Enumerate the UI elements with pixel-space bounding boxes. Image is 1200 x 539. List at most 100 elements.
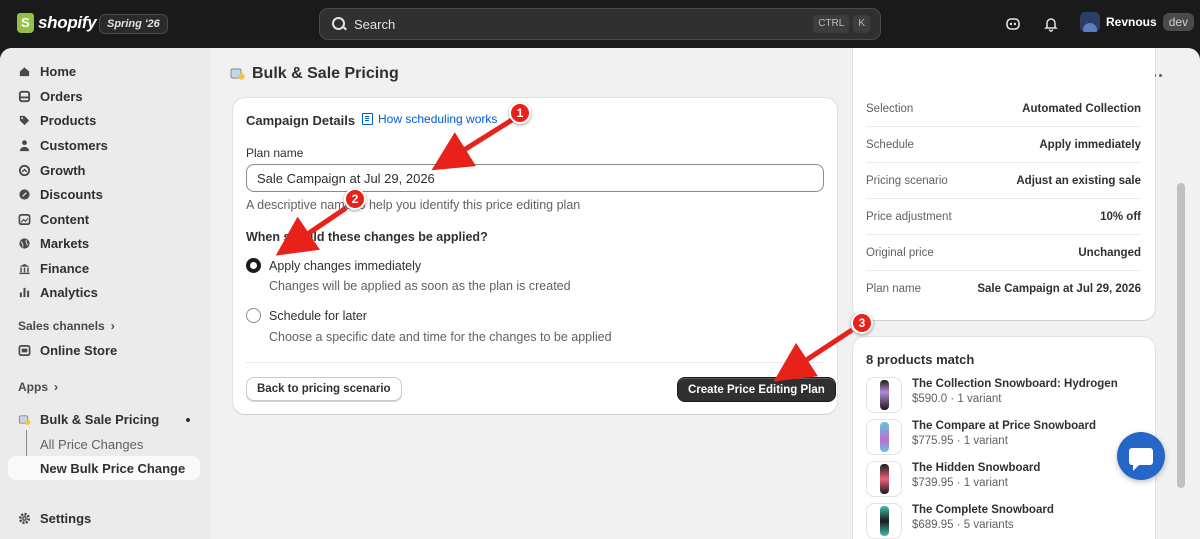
product-name: The Collection Snowboard: Hydrogen: [912, 378, 1118, 390]
sidebar-item-orders[interactable]: Orders: [8, 84, 200, 108]
top-bar: shopify Spring '26 Search CTRL K Revnous…: [0, 0, 1200, 48]
shopify-logo[interactable]: shopify: [17, 13, 97, 33]
summary-key: Original price: [866, 246, 934, 259]
sidebar-item-label: Customers: [40, 137, 108, 153]
radio-description: Changes will be applied as soon as the p…: [269, 279, 571, 293]
sales-channels-header[interactable]: Sales channels ›: [18, 319, 115, 333]
sidebar-item-label: New Bulk Price Change: [40, 460, 186, 476]
orders-icon: [18, 90, 31, 102]
product-thumbnail: [866, 461, 902, 497]
sidebar-item-products[interactable]: Products: [8, 108, 200, 132]
book-icon: [362, 113, 373, 125]
how-scheduling-works-link[interactable]: How scheduling works: [362, 112, 497, 126]
store-icon: [18, 344, 31, 356]
sidebar-item-label: Settings: [40, 510, 92, 526]
summary-value: Apply immediately: [1039, 138, 1141, 151]
create-price-editing-plan-button[interactable]: Create Price Editing Plan: [677, 377, 836, 402]
divider: [246, 362, 824, 363]
plan-name-help: A descriptive name to help you identify …: [246, 198, 581, 212]
summary-row: Selection Automated Collection: [866, 91, 1141, 127]
sidebar-item-label: Online Store: [40, 342, 118, 358]
page-title-text: Bulk & Sale Pricing: [252, 65, 399, 82]
avatar: [1080, 12, 1100, 32]
summary-key: Schedule: [866, 138, 914, 151]
app-icon: [230, 68, 245, 80]
search-bar[interactable]: Search CTRL K: [319, 8, 881, 40]
radio-label: Apply changes immediately: [269, 258, 422, 273]
summary-row: Original price Unchanged: [866, 235, 1141, 271]
product-item[interactable]: The Collection Snowboard: Hydrogen $590.0…: [866, 377, 1118, 413]
product-item[interactable]: The Complete Snowboard $689.95 · 5 varian…: [866, 503, 1054, 539]
sidebar-item-content[interactable]: Content: [8, 207, 200, 231]
plan-name-label: Plan name: [246, 146, 304, 160]
home-icon: [19, 66, 30, 76]
store-badge: dev: [1162, 13, 1195, 31]
summary-row: Pricing scenario Adjust an existing sale: [866, 163, 1141, 199]
radio-schedule-later[interactable]: Schedule for later: [246, 308, 367, 323]
snowboard-icon: [879, 422, 889, 452]
sidebar-item-finance[interactable]: Finance: [8, 256, 200, 280]
summary-value: Adjust an existing sale: [1016, 174, 1141, 187]
plan-name-input[interactable]: [246, 164, 824, 192]
shortcut-k: K: [853, 15, 870, 33]
sidebar-item-label: Products: [40, 112, 97, 128]
sales-channels-label: Sales channels: [18, 319, 105, 333]
product-name: The Complete Snowboard: [912, 504, 1054, 516]
discount-icon: [19, 188, 30, 200]
sidebar-item-online-store[interactable]: Online Store: [8, 338, 200, 362]
chat-button[interactable]: [1117, 432, 1165, 480]
summary-key: Plan name: [866, 283, 921, 295]
product-thumbnail: [866, 377, 902, 413]
sidebar-item-home[interactable]: Home: [8, 59, 200, 83]
pin-dot-icon: [186, 418, 190, 422]
product-name: The Compare at Price Snowboard: [912, 420, 1097, 432]
apps-header[interactable]: Apps ›: [18, 380, 58, 394]
app-frame: Home Orders Products Customers Growth Di…: [0, 48, 1200, 539]
sidebar-item-label: Orders: [40, 88, 83, 104]
user-name: Revnous: [1106, 15, 1157, 29]
campaign-details-card: Campaign Details How scheduling works Pl…: [233, 98, 837, 414]
growth-icon: [18, 164, 31, 176]
chart-icon: [19, 287, 30, 297]
app-icon: [18, 414, 31, 425]
snowboard-icon: [879, 380, 889, 410]
chevron-right-icon: ›: [54, 380, 58, 394]
back-to-pricing-scenario-button[interactable]: Back to pricing scenario: [246, 377, 402, 401]
annotation-marker-1: 1: [509, 102, 531, 124]
sidebar-item-analytics[interactable]: Analytics: [8, 280, 200, 304]
radio-checked-icon[interactable]: [246, 258, 261, 273]
sidebar-item-settings[interactable]: Settings: [8, 506, 200, 530]
summary-row: Plan name Sale Campaign at Jul 29, 2026: [866, 271, 1141, 307]
summary-row: Schedule Apply immediately: [866, 127, 1141, 163]
shopify-bag-icon: [17, 13, 34, 33]
sidebar-item-growth[interactable]: Growth: [8, 158, 200, 182]
radio-description: Choose a specific date and time for the …: [269, 330, 612, 344]
user-menu[interactable]: Revnous dev: [1080, 12, 1195, 32]
sidekick-icon[interactable]: [1003, 14, 1023, 34]
summary-row: Price adjustment 10% off: [866, 199, 1141, 235]
sidebar-item-markets[interactable]: Markets: [8, 231, 200, 255]
radio-unchecked-icon[interactable]: [246, 308, 261, 323]
version-badge: Spring '26: [99, 14, 168, 34]
bell-icon[interactable]: [1041, 14, 1061, 34]
campaign-heading: Campaign Details: [246, 113, 356, 128]
sidebar-item-customers[interactable]: Customers: [8, 133, 200, 157]
content-icon: [18, 213, 31, 225]
schedule-question: When should these changes be applied?: [246, 230, 488, 244]
sidebar-item-discounts[interactable]: Discounts: [8, 182, 200, 206]
product-meta: $590.0 · 1 variant: [912, 393, 1002, 405]
product-item[interactable]: The Hidden Snowboard $739.95 · 1 variant: [866, 461, 1040, 497]
radio-apply-immediately[interactable]: Apply changes immediately: [246, 258, 421, 273]
page-scrollbar[interactable]: [1177, 183, 1185, 488]
radio-label: Schedule for later: [269, 308, 367, 323]
product-item[interactable]: The Compare at Price Snowboard $775.95 · …: [866, 419, 1096, 455]
sidebar-subitem-new-bulk-price-change[interactable]: New Bulk Price Change: [8, 456, 200, 480]
apps-label: Apps: [18, 380, 48, 394]
sidebar-subitem-all-price-changes[interactable]: All Price Changes: [40, 437, 143, 452]
sidebar-item-bulk-sale-pricing[interactable]: Bulk & Sale Pricing: [8, 407, 200, 431]
sidebar-item-label: Discounts: [40, 186, 103, 202]
sidebar-item-label: Content: [40, 211, 90, 227]
snowboard-icon: [879, 506, 889, 536]
product-thumbnail: [866, 503, 902, 539]
search-icon: [330, 15, 348, 33]
